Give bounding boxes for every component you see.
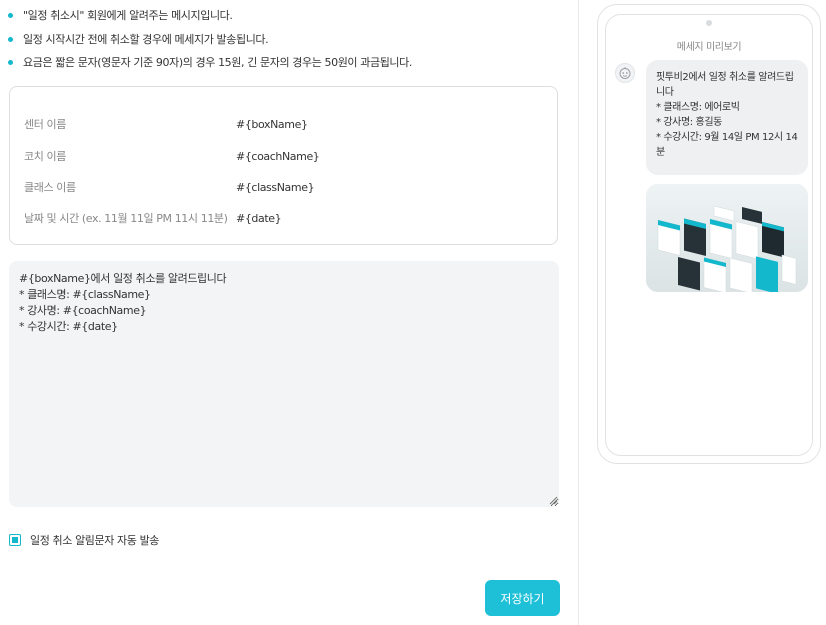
message-template-input[interactable] xyxy=(9,261,559,507)
variable-label: 날짜 및 시간 (ex. 11월 11일 PM 11시 11분) xyxy=(24,212,228,225)
variable-value: #{className} xyxy=(236,180,315,194)
auto-send-checkbox[interactable] xyxy=(9,534,21,546)
variable-value: #{boxName} xyxy=(236,117,308,131)
variable-label: 센터 이름 xyxy=(24,118,66,131)
variable-value: #{coachName} xyxy=(236,149,320,163)
variable-row: 클래스 이름 #{className} xyxy=(24,177,315,197)
variable-row: 코치 이름 #{coachName} xyxy=(24,146,320,166)
app-mockup-illustration xyxy=(646,184,808,292)
bullet-dot-icon xyxy=(8,36,13,42)
notice-list: "일정 취소시" 회원에게 알려주는 메시지입니다. 일정 시작시간 전에 취소… xyxy=(8,4,568,75)
notice-item: "일정 취소시" 회원에게 알려주는 메시지입니다. xyxy=(8,4,568,28)
message-line: * 강사명: 홍길동 xyxy=(656,117,722,128)
sender-avatar xyxy=(615,63,635,83)
variable-panel: 센터 이름 #{boxName} 코치 이름 #{coachName} 클래스 … xyxy=(9,86,558,245)
resize-handle-icon[interactable] xyxy=(548,495,558,505)
variable-value: #{date} xyxy=(236,211,282,225)
save-button[interactable]: 저장하기 xyxy=(485,580,560,616)
notice-item: 요금은 짧은 문자(영문자 기준 90자)의 경우 15원, 긴 문자의 경우는… xyxy=(8,51,568,75)
app-screenshots-image xyxy=(646,184,808,292)
panel-divider xyxy=(578,0,579,625)
bullet-dot-icon xyxy=(8,13,13,19)
variable-label: 코치 이름 xyxy=(24,150,66,163)
camera-icon xyxy=(706,20,712,26)
robot-face-icon xyxy=(619,67,631,79)
message-bubble: 핏투비2에서 일정 취소를 알려드립니다 * 클래스명: 에어로빅 * 강사명:… xyxy=(646,60,808,175)
notice-item: 일정 시작시간 전에 취소할 경우에 메세지가 발송됩니다. xyxy=(8,28,568,52)
auto-send-label: 일정 취소 알림문자 자동 발송 xyxy=(30,534,160,547)
variable-row: 날짜 및 시간 (ex. 11월 11일 PM 11시 11분) #{date} xyxy=(24,208,282,228)
message-line: * 클래스명: 에어로빅 xyxy=(656,102,740,113)
auto-send-option[interactable]: 일정 취소 알림문자 자동 발송 xyxy=(9,532,159,548)
message-line: 핏투비2에서 일정 취소를 알려드립니다 xyxy=(656,72,794,98)
message-line: * 수강시간: 9월 14일 PM 12시 14분 xyxy=(656,132,798,158)
variable-label: 클래스 이름 xyxy=(24,181,76,194)
preview-title: 메세지 미리보기 xyxy=(676,42,742,53)
bullet-dot-icon xyxy=(8,60,13,66)
variable-row: 센터 이름 #{boxName} xyxy=(24,114,308,134)
